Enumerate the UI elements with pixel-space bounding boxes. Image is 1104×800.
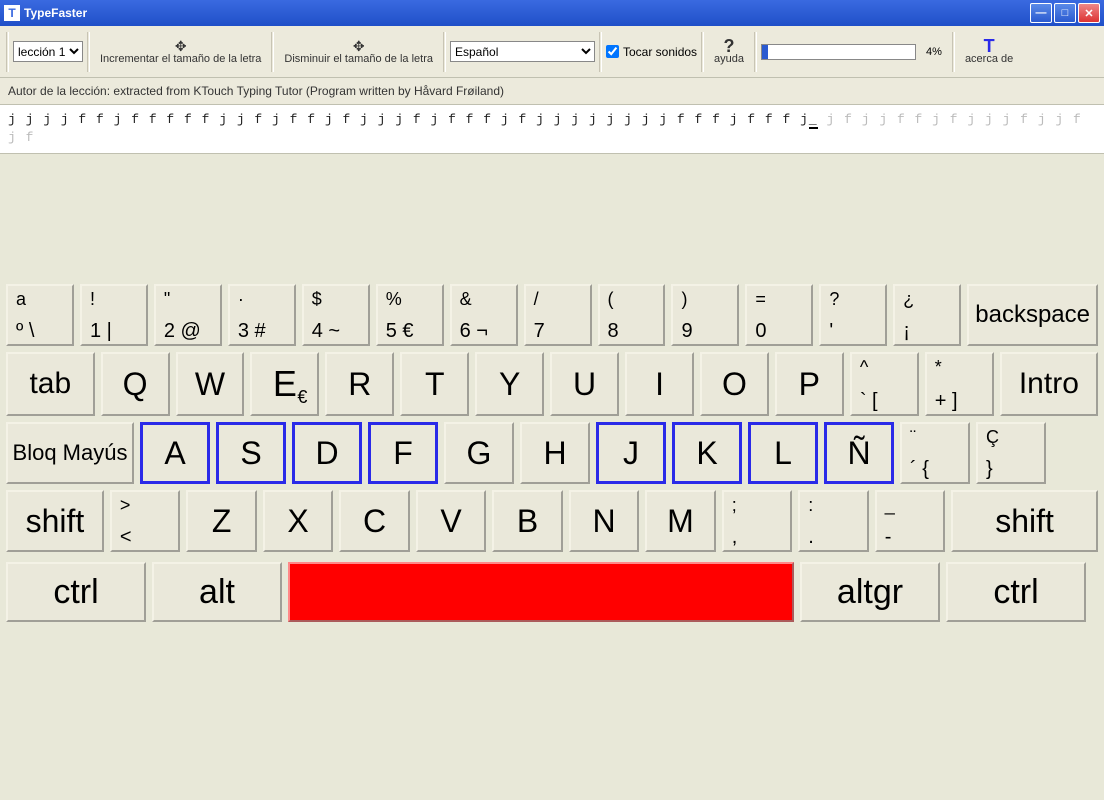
lesson-author: Autor de la lección: extracted from KTou… [0,78,1104,105]
app-icon: T [4,5,20,21]
progress-fill [762,45,768,59]
key-I[interactable]: I [625,352,694,416]
sounds-checkbox[interactable]: Tocar sonidos [606,45,697,59]
key-U[interactable]: U [550,352,619,416]
titlebar: T TypeFaster — □ ✕ [0,0,1104,26]
key-backspace[interactable]: backspace [967,284,1098,346]
key-r1-2[interactable]: "2 @ [154,284,222,346]
question-icon: ? [724,39,735,53]
key-O[interactable]: O [700,352,769,416]
key-Y[interactable]: Y [475,352,544,416]
key-S[interactable]: S [216,422,286,484]
key-B[interactable]: B [492,490,562,552]
key-D[interactable]: D [292,422,362,484]
maximize-button[interactable]: □ [1054,3,1076,23]
help-button[interactable]: ? ayuda [708,29,750,75]
key-ltgt[interactable]: >< [110,490,180,552]
key-r1-8[interactable]: (8 [598,284,666,346]
key-H[interactable]: H [520,422,590,484]
key-K[interactable]: K [672,422,742,484]
key-r2a-1[interactable]: *+ ] [925,352,994,416]
about-button[interactable]: T acerca de [959,29,1019,75]
key-r4b-2[interactable]: _- [875,490,945,552]
key-r1-7[interactable]: /7 [524,284,592,346]
progress-percent: 4% [920,46,948,58]
key-r1-4[interactable]: $4 ~ [302,284,370,346]
key-r1-12[interactable]: ¿¡ [893,284,961,346]
key-space[interactable] [288,562,794,622]
key-V[interactable]: V [416,490,486,552]
toolbar: lección 1 ✥ Incrementar el tamaño de la … [0,26,1104,78]
minimize-button[interactable]: — [1030,3,1052,23]
logo-t-icon: T [984,39,995,53]
key-tab[interactable]: tab [6,352,95,416]
key-r3a-0[interactable]: ¨´ { [900,422,970,484]
key-C[interactable]: C [339,490,409,552]
decrease-font-button[interactable]: ✥ Disminuir el tamaño de la letra [278,29,439,75]
key-r3a-1[interactable]: Ç} [976,422,1046,484]
language-select[interactable]: Español [450,41,595,62]
key-r1-10[interactable]: =0 [745,284,813,346]
close-button[interactable]: ✕ [1078,3,1100,23]
lesson-select[interactable]: lección 1 [13,41,83,62]
cursor: _ [809,112,818,129]
key-r2a-0[interactable]: ^` [ [850,352,919,416]
key-T[interactable]: T [400,352,469,416]
key-shift-left[interactable]: shift [6,490,104,552]
practice-area[interactable]: j j j j f f j f f f f f j j f j f f j f … [0,105,1104,154]
sounds-checkbox-input[interactable] [606,45,619,58]
key-L[interactable]: L [748,422,818,484]
progress-bar [761,44,916,60]
key-r4b-0[interactable]: ;, [722,490,792,552]
window-title: TypeFaster [24,6,1030,20]
key-A[interactable]: A [140,422,210,484]
arrows-in-icon: ✥ [353,39,365,53]
key-r1-0[interactable]: aº \ [6,284,74,346]
key-Q[interactable]: Q [101,352,170,416]
key-W[interactable]: W [176,352,245,416]
key-r1-1[interactable]: !1 | [80,284,148,346]
key-altgr[interactable]: altgr [800,562,940,622]
typed-text: j j j j f f j f f f f f j j f j f f j f … [8,112,809,127]
key-X[interactable]: X [263,490,333,552]
key-J[interactable]: J [596,422,666,484]
key-ctrl-right[interactable]: ctrl [946,562,1086,622]
key-r1-9[interactable]: )9 [671,284,739,346]
key-E[interactable]: E€ [250,352,319,416]
arrows-out-icon: ✥ [175,39,187,53]
key-Z[interactable]: Z [186,490,256,552]
key-intro[interactable]: Intro [1000,352,1098,416]
key-Ñ[interactable]: Ñ [824,422,894,484]
key-M[interactable]: M [645,490,715,552]
key-r4b-1[interactable]: :. [798,490,868,552]
key-capslock[interactable]: Bloq Mayús [6,422,134,484]
key-P[interactable]: P [775,352,844,416]
key-G[interactable]: G [444,422,514,484]
increase-font-button[interactable]: ✥ Incrementar el tamaño de la letra [94,29,267,75]
key-N[interactable]: N [569,490,639,552]
key-ctrl-left[interactable]: ctrl [6,562,146,622]
key-r1-11[interactable]: ?' [819,284,887,346]
key-r1-6[interactable]: &6 ¬ [450,284,518,346]
virtual-keyboard: aº \!1 |"2 @·3 #$4 ~%5 €&6 ¬/7(8)9=0?'¿¡… [0,154,1104,628]
key-alt[interactable]: alt [152,562,282,622]
key-shift-right[interactable]: shift [951,490,1098,552]
key-F[interactable]: F [368,422,438,484]
key-r1-3[interactable]: ·3 # [228,284,296,346]
key-r1-5[interactable]: %5 € [376,284,444,346]
key-R[interactable]: R [325,352,394,416]
